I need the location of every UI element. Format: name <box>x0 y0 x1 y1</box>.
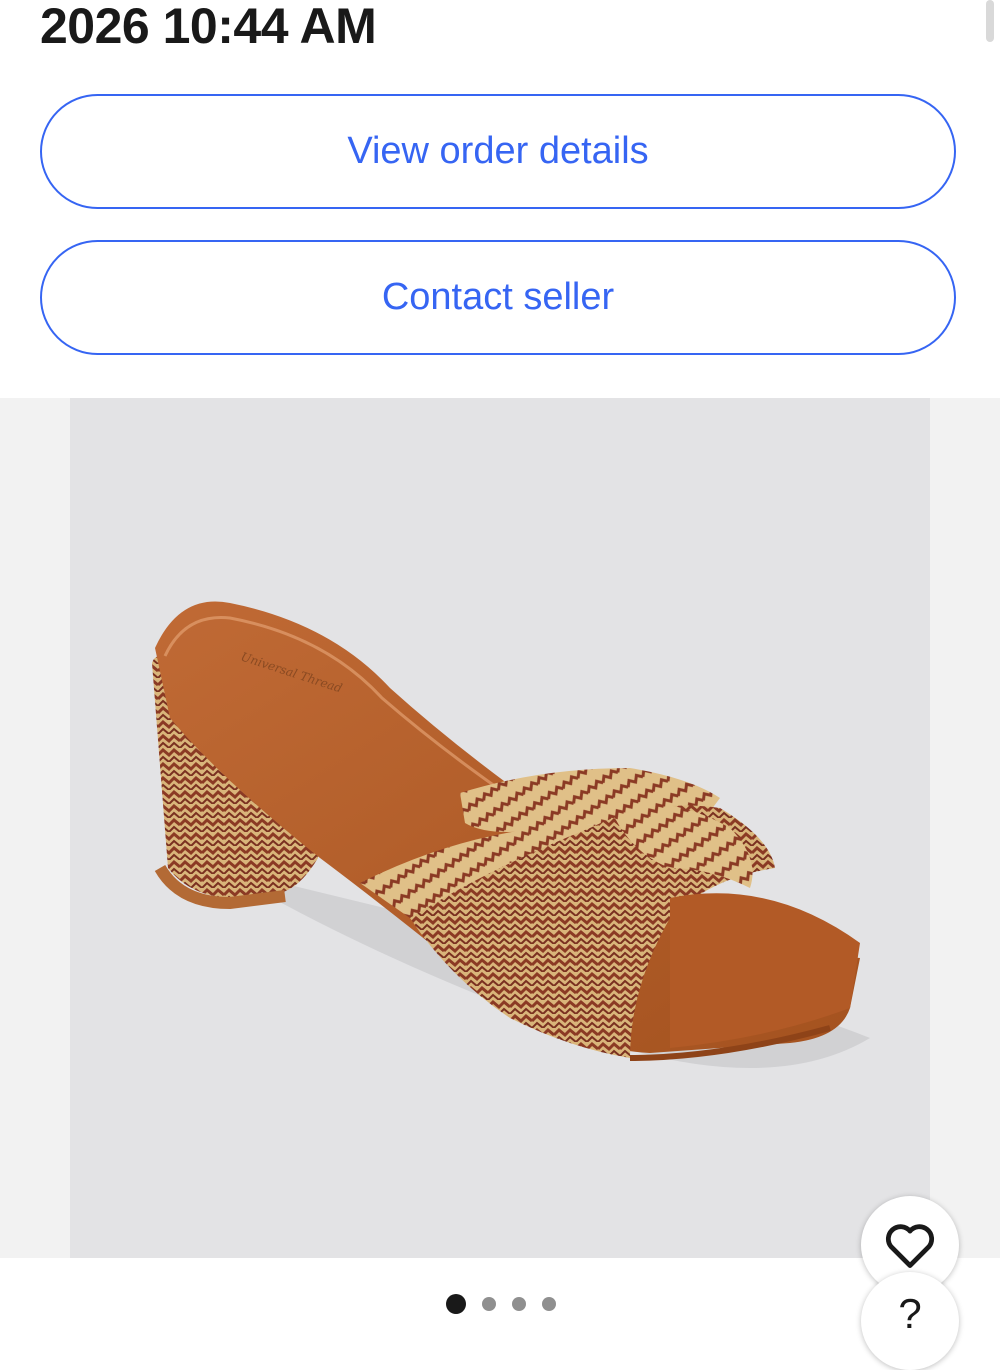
carousel-dot-2[interactable] <box>482 1297 496 1311</box>
order-datetime: 2026 10:44 AM <box>40 0 377 54</box>
product-image-carousel[interactable]: Universal Thread <box>0 398 1000 1258</box>
carousel-indicator <box>0 1294 1000 1314</box>
contact-seller-button[interactable]: Contact seller <box>40 240 956 355</box>
carousel-dot-4[interactable] <box>542 1297 556 1311</box>
carousel-dot-3[interactable] <box>512 1297 526 1311</box>
heart-icon <box>885 1224 935 1268</box>
carousel-dot-1[interactable] <box>446 1294 466 1314</box>
scrollbar-thumb[interactable] <box>986 0 994 42</box>
product-photo[interactable]: Universal Thread <box>70 398 930 1258</box>
help-button[interactable]: ? <box>861 1272 959 1370</box>
sandal-image: Universal Thread <box>152 601 870 1068</box>
view-order-details-button[interactable]: View order details <box>40 94 956 209</box>
